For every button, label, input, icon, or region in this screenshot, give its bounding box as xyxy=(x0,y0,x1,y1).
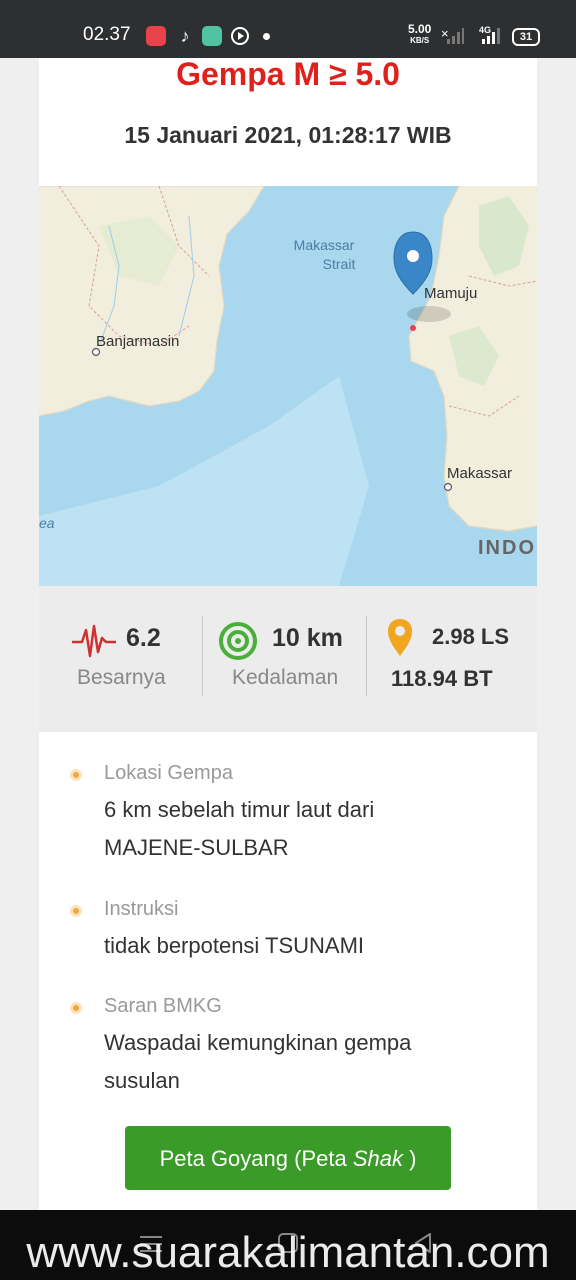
makassar-marker xyxy=(443,482,453,492)
tiktok-icon: ♪ xyxy=(180,26,190,46)
earthquake-map[interactable]: Makassar Strait Mamuju Banjarmasin Makas… xyxy=(39,186,537,586)
status-bar: 02.37 ♪ 5.00 KB/S × 4G 31 xyxy=(0,0,576,58)
location-line-2: MAJENE-SULBAR xyxy=(104,835,289,860)
video-app-icon xyxy=(230,26,250,46)
page-title: Gempa M ≥ 5.0 xyxy=(176,56,400,92)
latitude-value: 2.98 LS xyxy=(432,624,510,649)
shake-map-button-label-end: ) xyxy=(402,1146,417,1171)
shake-map-button-label-italic: Shak xyxy=(352,1146,403,1171)
battery-icon: 31 xyxy=(512,28,540,46)
location-pin-icon xyxy=(388,619,412,656)
longitude-value: 118.94 BT xyxy=(391,666,493,691)
magnitude-label: Besarnya xyxy=(77,666,166,689)
event-datetime: 15 Januari 2021, 01:28:17 WIB xyxy=(124,122,452,148)
notification-dot xyxy=(263,33,270,40)
map-label-mamuju: Mamuju xyxy=(424,285,477,302)
watermark: www.suarakalimantan.com xyxy=(26,1228,550,1277)
seismograph-icon xyxy=(72,624,116,658)
depth-value: 10 km xyxy=(272,624,343,652)
status-time: 02.37 xyxy=(83,24,131,45)
bullet-icon xyxy=(73,1005,79,1011)
instruction-value: tidak berpotensi TSUNAMI xyxy=(104,933,365,958)
depth-target-icon xyxy=(219,622,257,660)
map-label-makassar-city: Makassar xyxy=(447,465,512,482)
stats-divider-2 xyxy=(366,616,367,696)
shake-map-button-label: Peta Goyang (Peta xyxy=(159,1146,353,1171)
location-line-1: 6 km sebelah timur laut dari xyxy=(104,797,375,822)
shake-map-button[interactable]: Peta Goyang (Peta Shak ) xyxy=(125,1126,451,1190)
net-speed: 5.00 KB/S xyxy=(408,22,432,45)
earthquake-stats: 6.2 Besarnya 10 km Kedalaman 2.98 LS 118… xyxy=(39,586,537,732)
magnitude-value: 6.2 xyxy=(126,624,161,652)
map-label-indonesia: INDO xyxy=(478,537,536,559)
advice-line-1: Waspadai kemungkinan gempa xyxy=(104,1030,412,1055)
advice-line-2: susulan xyxy=(104,1068,180,1093)
map-label-banjarmasin: Banjarmasin xyxy=(96,333,179,350)
stats-divider-1 xyxy=(202,616,203,696)
map-label-sea: ea xyxy=(39,515,55,531)
advice-label: Saran BMKG xyxy=(104,995,222,1017)
bullet-icon xyxy=(73,772,79,778)
signal-icon-1 xyxy=(447,28,464,44)
chat-app-icon xyxy=(202,26,222,46)
instruction-label: Instruksi xyxy=(104,898,179,920)
map-label-makassar-strait-1: Makassar xyxy=(294,237,355,253)
earthquake-card: Gempa M ≥ 5.0 15 Januari 2021, 01:28:17 … xyxy=(39,58,537,1210)
location-label: Lokasi Gempa xyxy=(104,762,233,784)
bullet-icon xyxy=(73,908,79,914)
map-label-makassar-strait-2: Strait xyxy=(323,256,356,272)
depth-label: Kedalaman xyxy=(232,666,339,689)
music-app-icon xyxy=(146,26,166,46)
signal-icon-2 xyxy=(482,28,500,44)
